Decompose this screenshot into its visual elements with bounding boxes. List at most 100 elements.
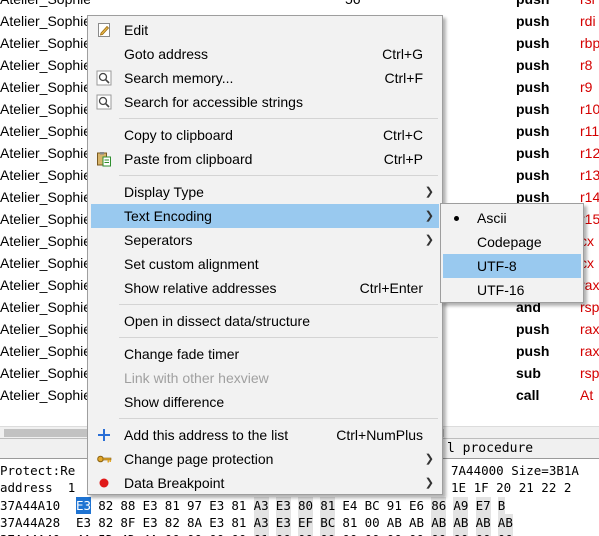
hex-byte[interactable]: 00	[275, 531, 291, 536]
hex-byte[interactable]: 91	[387, 497, 402, 514]
hex-byte[interactable]: AB	[409, 514, 424, 531]
hex-byte[interactable]: E3	[76, 514, 91, 531]
encoding-item-ascii[interactable]: Ascii	[443, 206, 581, 230]
menu-item-text-encoding[interactable]: Text Encoding ❯	[91, 204, 439, 228]
menu-item-data-breakpoint[interactable]: Data Breakpoint ❯	[91, 471, 439, 495]
hex-byte[interactable]: AB	[475, 514, 491, 531]
hex-byte[interactable]: 5D	[98, 531, 113, 536]
menu-item-add-address-to-list[interactable]: Add this address to the list Ctrl+NumPlu…	[91, 423, 439, 447]
encoding-item-codepage[interactable]: Codepage	[443, 230, 581, 254]
hex-byte[interactable]: E3	[209, 497, 224, 514]
encoding-item-utf16[interactable]: UTF-16	[443, 278, 581, 302]
hex-byte[interactable]: AB	[387, 514, 402, 531]
hex-row[interactable]: 37A44A28 E3 82 8F E3 82 8A E3 81 A3 E3 EF BC 81 00 AB AB…	[0, 514, 599, 531]
menu-item-change-fade-timer[interactable]: Change fade timer	[91, 342, 439, 366]
hex-row[interactable]: 37A44A40 4A 5D 4D 4A 00 00 00 00 01 00 00 00 00 00 00 00…	[0, 531, 599, 536]
hex-byte[interactable]: 82	[98, 497, 113, 514]
hex-byte[interactable]: A9	[453, 497, 469, 514]
menu-item-set-custom-alignment[interactable]: Set custom alignment	[91, 252, 439, 276]
hex-byte[interactable]: 00	[298, 531, 314, 536]
menu-item-display-type[interactable]: Display Type ❯	[91, 180, 439, 204]
hex-byte[interactable]: 8A	[187, 514, 202, 531]
hex-byte[interactable]: 00	[209, 531, 224, 536]
hex-row[interactable]: 37A44A10 E3 82 88 E3 81 97 E3 81 A3 E3 80 81 E4 BC 91 E6…	[0, 497, 599, 514]
hex-byte[interactable]: 00	[165, 531, 180, 536]
hex-byte[interactable]: E6	[409, 497, 424, 514]
hex-byte[interactable]: 00	[475, 531, 491, 536]
hex-byte[interactable]: 00	[231, 531, 246, 536]
menu-item-copy-to-clipboard[interactable]: Copy to clipboard Ctrl+C	[91, 123, 439, 147]
hex-byte[interactable]: 4D	[120, 531, 135, 536]
hex-byte[interactable]: 8F	[120, 514, 135, 531]
menu-item-goto-address[interactable]: Goto address Ctrl+G	[91, 42, 439, 66]
hex-byte[interactable]: 00	[365, 514, 380, 531]
hex-byte[interactable]: 00	[431, 531, 447, 536]
menu-item-search-strings[interactable]: Search for accessible strings	[91, 90, 439, 114]
hex-byte[interactable]: E3	[76, 497, 92, 514]
hex-byte[interactable]: 82	[98, 514, 113, 531]
hex-byte[interactable]: EF	[298, 514, 314, 531]
hex-byte[interactable]: A3	[253, 514, 269, 531]
disasm-address: Atelier_Sophie_DX.exe+1C9C21	[0, 79, 90, 95]
hex-byte[interactable]: 4A	[143, 531, 158, 536]
hex-byte[interactable]: E7	[475, 497, 491, 514]
hex-byte[interactable]: 86	[431, 497, 447, 514]
hex-byte[interactable]: 00	[409, 531, 424, 536]
hex-byte[interactable]: A3	[253, 497, 269, 514]
hex-byte[interactable]: 01	[253, 531, 269, 536]
hex-byte[interactable]: E3	[143, 514, 158, 531]
menu-item-edit[interactable]: Edit	[91, 18, 439, 42]
disasm-operand: rax	[580, 321, 599, 337]
hex-byte[interactable]: AB	[453, 514, 469, 531]
disasm-opcode: push	[516, 123, 550, 139]
hex-byte[interactable]: AB	[497, 514, 513, 531]
hex-byte[interactable]: 4A	[76, 531, 91, 536]
disasm-address: Atelier_Sophie_DX.exe+1C9C29	[0, 167, 90, 183]
hex-byte[interactable]: 00	[342, 531, 357, 536]
disasm-address: Atelier_Sophie_DX.exe+1C9C2D	[0, 211, 90, 227]
hex-byte[interactable]: E3	[143, 497, 158, 514]
disasm-row[interactable]: Atelier_Sophie_DX.exe+1C9C1C 56 push rsi	[0, 0, 599, 10]
hex-byte[interactable]: AB	[431, 514, 447, 531]
disasm-address: Atelier_Sophie_DX.exe+1C9C31	[0, 255, 90, 271]
hex-byte[interactable]: 00	[365, 531, 380, 536]
text-encoding-submenu[interactable]: Ascii Codepage UTF-8 UTF-16	[440, 203, 584, 303]
menu-item-search-memory[interactable]: Search memory... Ctrl+F	[91, 66, 439, 90]
hex-byte[interactable]: BC	[320, 514, 336, 531]
hex-row-address: 37A44A40	[0, 531, 60, 536]
hex-byte[interactable]: 82	[165, 514, 180, 531]
menu-item-open-dissect-data[interactable]: Open in dissect data/structure	[91, 309, 439, 333]
hex-byte[interactable]: 00	[187, 531, 202, 536]
encoding-item-utf8[interactable]: UTF-8	[443, 254, 581, 278]
menu-item-change-page-protection[interactable]: Change page protection ❯	[91, 447, 439, 471]
hex-byte[interactable]: 81	[231, 514, 246, 531]
hex-byte[interactable]: BC	[365, 497, 380, 514]
hex-byte[interactable]: 81	[320, 497, 336, 514]
hex-byte[interactable]: 00	[453, 531, 469, 536]
hex-byte[interactable]: 00	[320, 531, 336, 536]
hex-byte[interactable]: 81	[342, 514, 357, 531]
menu-item-show-relative-addresses[interactable]: Show relative addresses Ctrl+Enter	[91, 276, 439, 300]
hex-byte[interactable]: 80	[298, 497, 314, 514]
hex-byte[interactable]: E3	[275, 514, 291, 531]
hex-byte[interactable]: 81	[165, 497, 180, 514]
hex-byte[interactable]: 00	[387, 531, 402, 536]
hex-byte[interactable]: 88	[120, 497, 135, 514]
menu-separator	[119, 304, 438, 305]
hex-byte[interactable]: B	[497, 497, 506, 514]
menu-item-separators[interactable]: Seperators ❯	[91, 228, 439, 252]
menu-item-show-difference[interactable]: Show difference	[91, 390, 439, 414]
hex-byte[interactable]: 00	[497, 531, 513, 536]
context-menu[interactable]: Edit Goto address Ctrl+G Search memory..…	[87, 15, 443, 495]
hex-byte[interactable]: E4	[342, 497, 357, 514]
menu-item-paste-from-clipboard[interactable]: Paste from clipboard Ctrl+P	[91, 147, 439, 171]
disasm-address: Atelier_Sophie_DX.exe+1C9C33	[0, 277, 90, 293]
hex-byte[interactable]: E3	[209, 514, 224, 531]
hex-byte[interactable]: 97	[187, 497, 202, 514]
checked-dot-icon	[454, 216, 459, 221]
hex-byte[interactable]: 81	[231, 497, 246, 514]
magnifier-icon	[96, 70, 112, 86]
hex-byte[interactable]: E3	[275, 497, 291, 514]
hex-row-address: 37A44A28	[0, 515, 61, 530]
disasm-address: Atelier_Sophie_DX.exe+1C9C2B	[0, 189, 90, 205]
